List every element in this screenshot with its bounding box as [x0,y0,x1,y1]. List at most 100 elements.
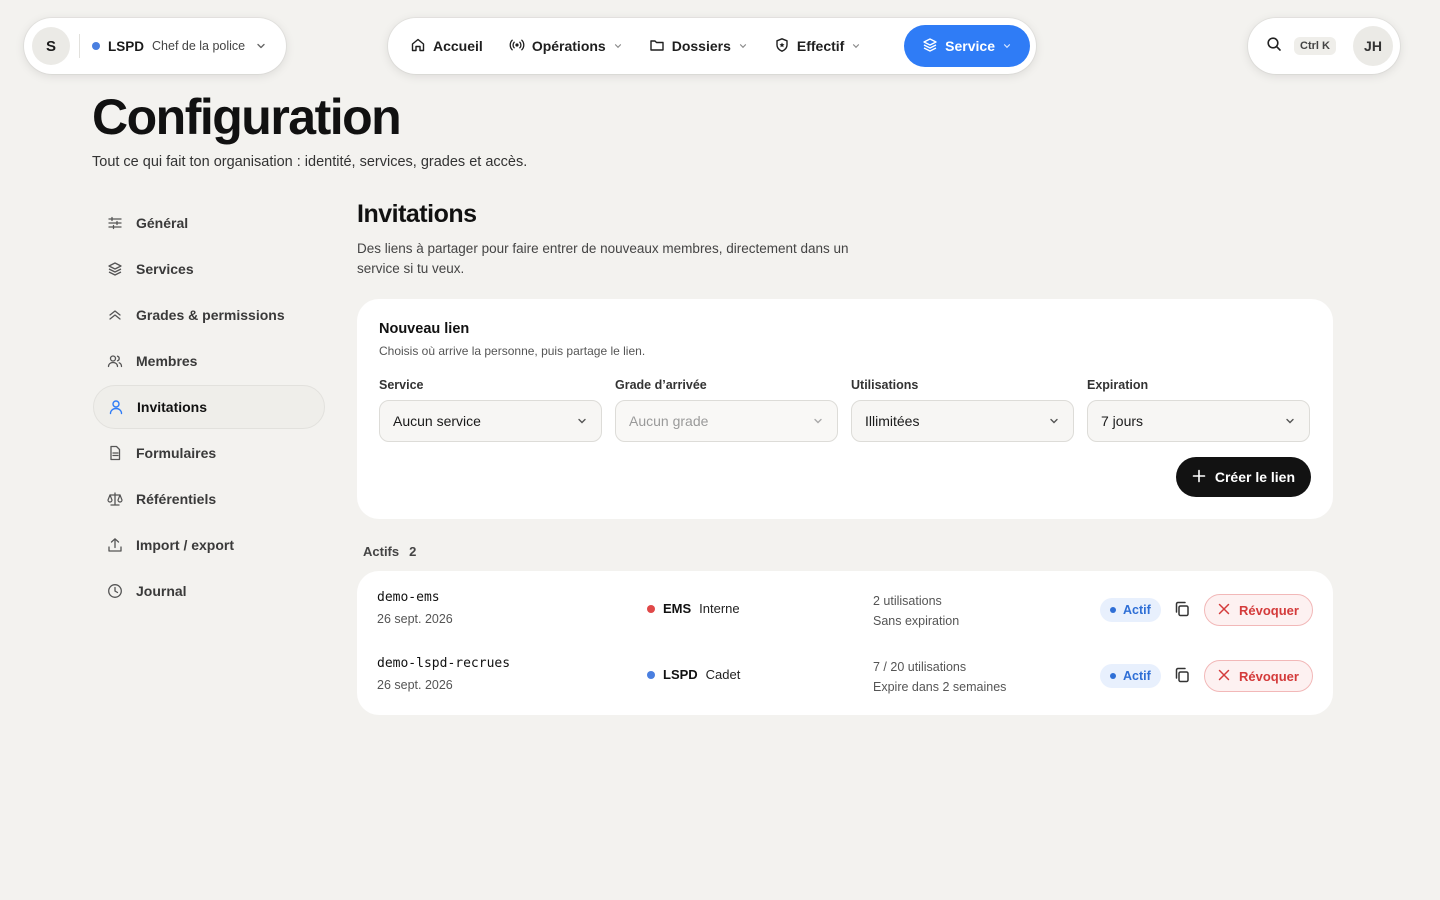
status-label: Actif [1123,669,1151,683]
select-value: Aucun service [393,413,481,429]
select-value: 7 jours [1101,413,1144,429]
settings-sidebar: Général Services Grades & permissions Me… [93,201,325,615]
chevron-down-icon [1284,415,1296,427]
usage-count: 7 / 20 utilisations [873,660,967,674]
chevron-down-icon [1048,415,1060,427]
scale-icon [107,492,123,506]
revoke-label: Révoquer [1239,668,1299,684]
org-status-dot [92,42,100,50]
field-label: Utilisations [851,378,919,392]
link-service: EMS Interne [647,601,740,616]
select-value: Illimitées [865,413,920,429]
link-usage: 2 utilisations Sans expiration [873,591,959,631]
main-nav: Accueil Opérations Dossiers Effectif Ser… [388,18,1036,74]
sidebar-item-journal[interactable]: Journal [93,569,325,613]
sidebar-item-label: Services [136,261,194,277]
service-grade: Interne [699,601,740,616]
clock-icon [108,584,122,598]
nav-label: Service [945,38,995,54]
active-count: 2 [409,544,417,559]
field-label: Service [379,378,424,392]
field-grade: Grade d’arrivée Aucun grade [615,378,838,442]
create-link-label: Créer le lien [1214,469,1295,485]
nav-label: Dossiers [671,38,731,54]
usage-expiry: Expire dans 2 semaines [873,680,1007,694]
nav-item-effectif[interactable]: Effectif [762,25,873,67]
card-title: Nouveau lien [379,321,470,337]
sidebar-item-label: Général [136,215,189,231]
uses-select[interactable]: Illimitées [851,400,1074,442]
org-name: LSPD [108,38,145,54]
card-description: Choisis où arrive la personne, puis part… [379,344,646,358]
status-badge: Actif [1100,598,1161,622]
revoke-label: Révoquer [1239,602,1299,618]
org-switcher[interactable]: S LSPD Chef de la police [24,18,286,74]
section-title: Invitations [357,200,477,228]
table-row: demo-ems 26 sept. 2026 EMS Interne 2 uti… [377,577,1313,643]
org-avatar[interactable]: S [32,27,70,65]
nav-label: Effectif [796,38,845,54]
chevron-down-icon [812,415,824,427]
sidebar-item-formulaires[interactable]: Formulaires [93,431,325,475]
chevrons-up-icon [109,310,121,320]
page-title: Configuration [92,89,402,145]
grade-select[interactable]: Aucun grade [615,400,838,442]
field-service: Service Aucun service [379,378,602,442]
broadcast-icon [509,37,525,56]
user-avatar[interactable]: JH [1353,26,1393,66]
page-subtitle: Tout ce qui fait ton organisation : iden… [92,154,528,170]
sidebar-item-grades[interactable]: Grades & permissions [93,293,325,337]
link-service: LSPD Cadet [647,667,740,682]
sidebar-item-import-export[interactable]: Import / export [93,523,325,567]
sidebar-item-referentiels[interactable]: Référentiels [93,477,325,521]
sidebar-item-label: Invitations [137,399,208,415]
nav-item-accueil[interactable]: Accueil [398,25,495,67]
link-slug: demo-ems [377,590,440,605]
chevron-down-icon [576,415,588,427]
sidebar-item-label: Formulaires [136,445,217,461]
search-shortcut: Ctrl K [1294,37,1336,55]
expiration-select[interactable]: 7 jours [1087,400,1310,442]
service-dot [647,604,655,613]
sidebar-item-invitations[interactable]: Invitations [93,385,325,429]
sidebar-item-general[interactable]: Général [93,201,325,245]
service-dot [647,670,655,679]
sidebar-item-membres[interactable]: Membres [93,339,325,383]
sidebar-item-label: Import / export [136,537,235,553]
table-row: demo-lspd-recrues 26 sept. 2026 LSPD Cad… [377,643,1313,709]
service-select[interactable]: Aucun service [379,400,602,442]
copy-icon[interactable] [1173,600,1191,618]
nav-item-operations[interactable]: Opérations [497,25,635,67]
usage-count: 2 utilisations [873,594,942,608]
nav-item-service[interactable]: Service [904,25,1030,67]
active-links-list: demo-ems 26 sept. 2026 EMS Interne 2 uti… [357,571,1333,715]
field-label: Expiration [1087,378,1149,392]
folder-icon [649,37,665,56]
invitations-panel: Invitations Des liens à partager pour fa… [357,200,1333,715]
chevron-down-icon [255,40,267,52]
user-icon [109,400,123,415]
field-label: Grade d’arrivée [615,378,707,392]
usage-expiry: Sans expiration [873,614,960,628]
search-icon[interactable] [1266,36,1282,57]
users-icon [107,355,123,368]
nav-label: Opérations [531,38,606,54]
service-grade: Cadet [705,667,741,682]
service-code: LSPD [663,667,698,682]
home-icon [410,37,426,56]
layers-icon [108,262,122,276]
field-uses: Utilisations Illimitées [851,378,1074,442]
close-icon [1218,603,1230,618]
chevron-down-icon [613,41,623,51]
sidebar-item-services[interactable]: Services [93,247,325,291]
file-icon [110,445,121,461]
active-links-header: Actifs 2 [363,544,1333,559]
nav-item-dossiers[interactable]: Dossiers [637,25,760,67]
revoke-button[interactable]: Révoquer [1204,594,1313,626]
copy-icon[interactable] [1173,666,1191,684]
revoke-button[interactable]: Révoquer [1204,660,1313,692]
link-usage: 7 / 20 utilisations Expire dans 2 semain… [873,657,1006,697]
link-date: 26 sept. 2026 [377,678,453,692]
status-dot [1110,673,1116,679]
create-link-button[interactable]: Créer le lien [1175,457,1311,497]
